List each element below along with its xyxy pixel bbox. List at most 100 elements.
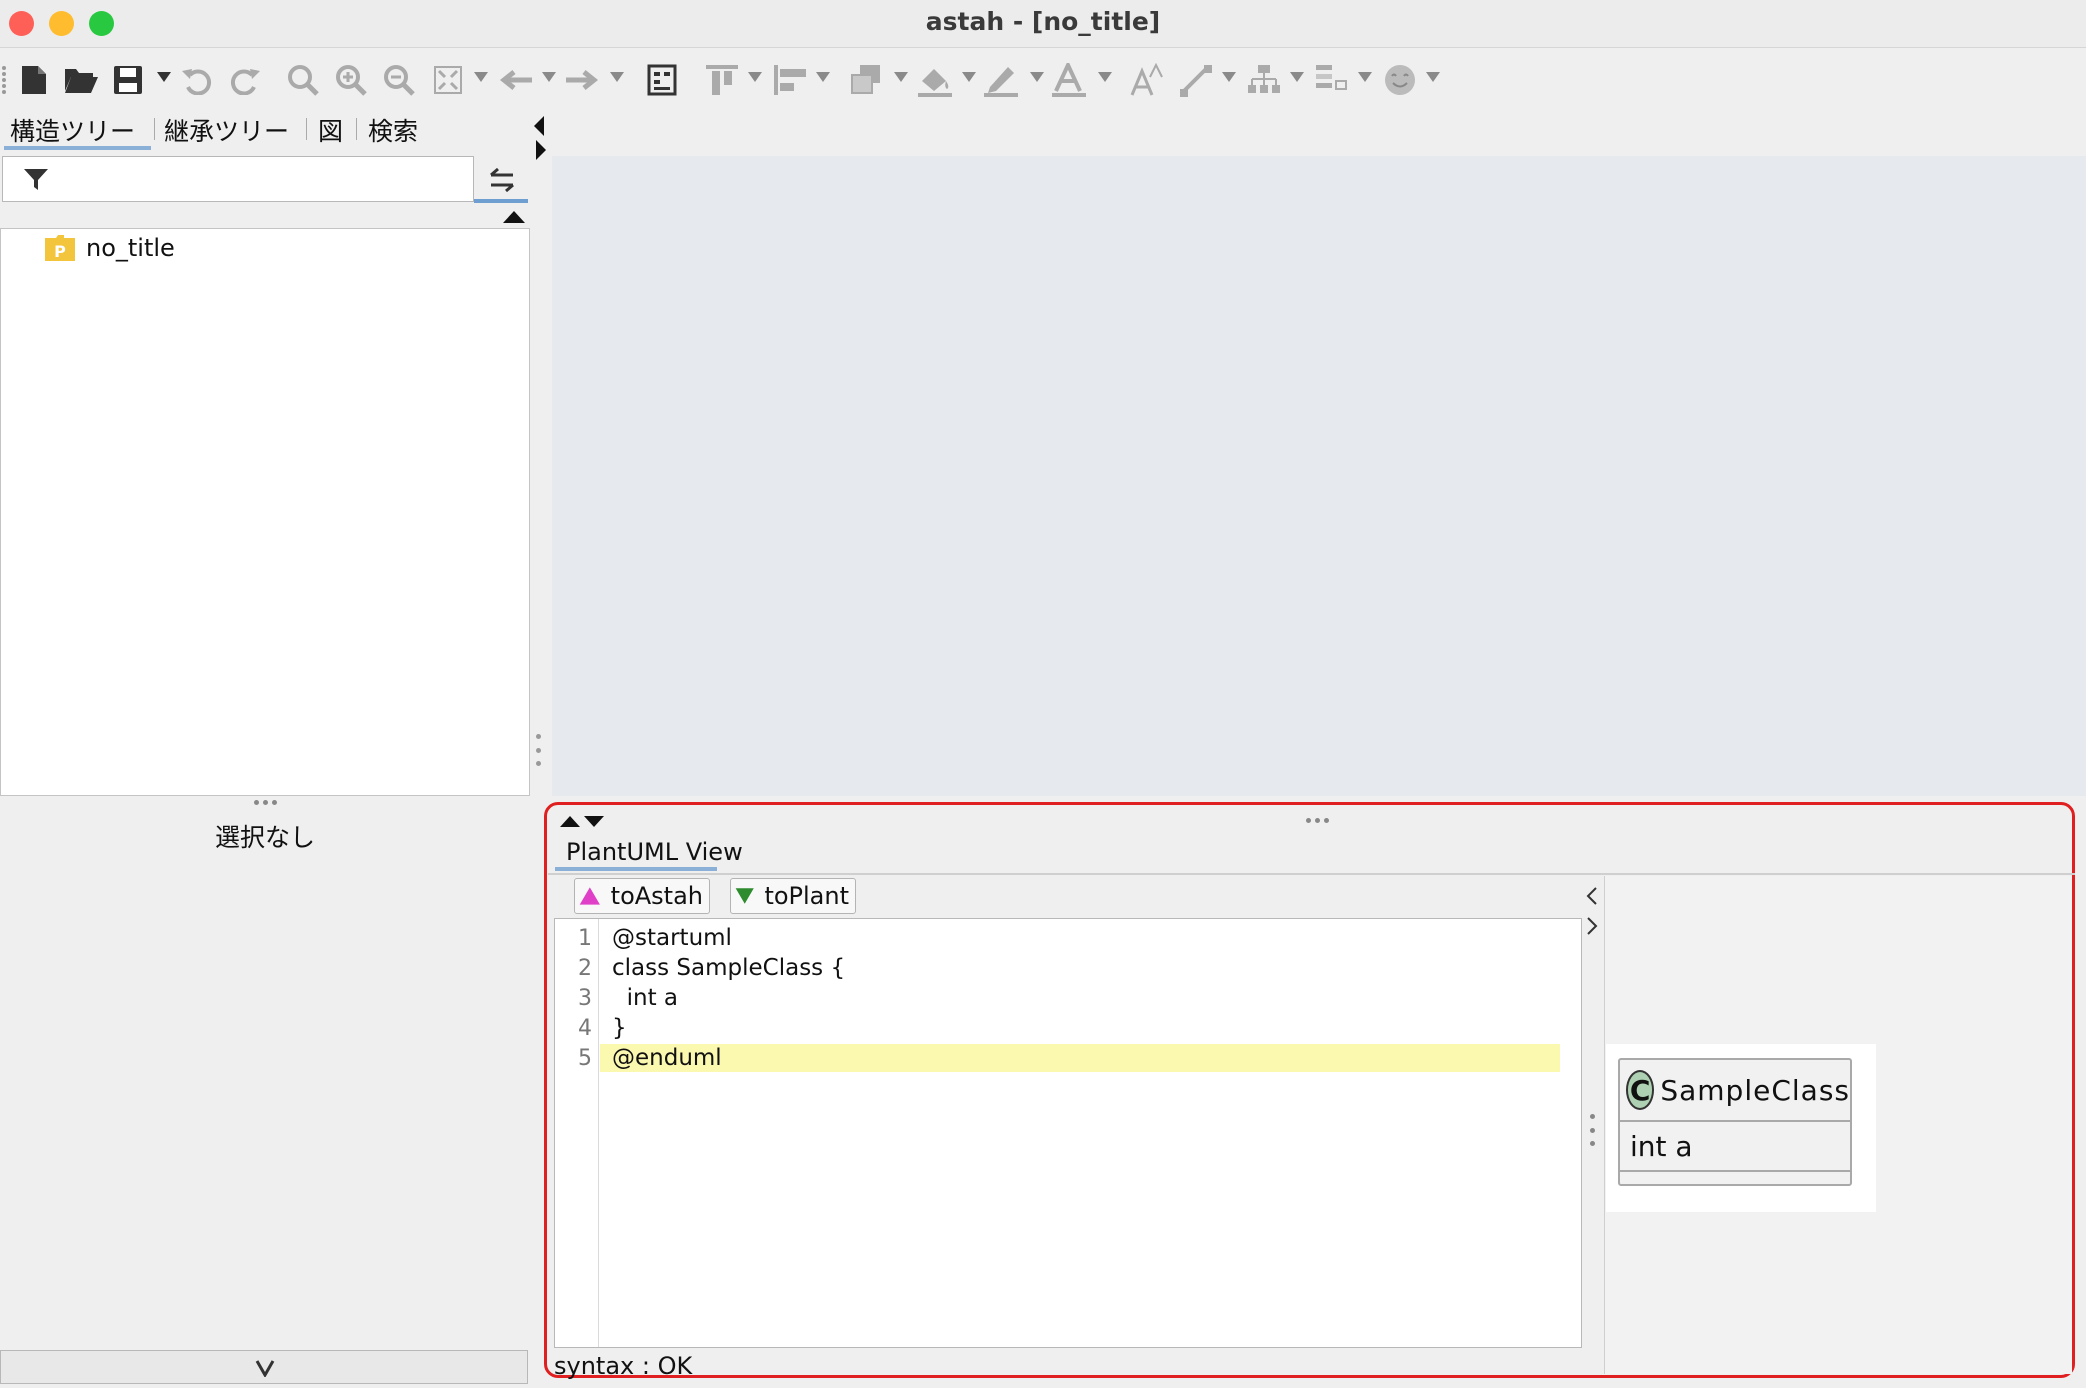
align-left-icon bbox=[770, 62, 810, 98]
swap-arrows-icon bbox=[490, 167, 514, 193]
to-astah-label: toAstah bbox=[610, 882, 703, 910]
triangle-down-icon bbox=[735, 888, 754, 904]
diagram-layout-icon[interactable] bbox=[644, 62, 680, 98]
tab-inheritance-tree[interactable]: 継承ツリー bbox=[164, 112, 289, 148]
tab-structure-tree[interactable]: 構造ツリー bbox=[10, 112, 135, 148]
arrange-order-icon bbox=[846, 62, 886, 98]
line-number: 3 bbox=[578, 986, 592, 1011]
forward-dropdown-icon bbox=[610, 72, 624, 82]
code-line[interactable]: int a bbox=[612, 985, 678, 1011]
class-method-divider bbox=[1620, 1170, 1850, 1172]
undo-icon bbox=[178, 62, 216, 98]
splitter-grip[interactable] bbox=[252, 800, 279, 805]
to-plant-label: toPlant bbox=[764, 882, 849, 910]
diagram-editor-area[interactable] bbox=[552, 156, 2086, 796]
property-scroll-bar[interactable] bbox=[0, 1350, 528, 1384]
tree-item-project[interactable]: P no_title bbox=[44, 234, 175, 262]
code-line[interactable]: } bbox=[612, 1015, 627, 1041]
smiley-dropdown-icon bbox=[1426, 72, 1440, 82]
class-attribute: int a bbox=[1630, 1130, 1693, 1163]
align-top-icon bbox=[702, 62, 742, 98]
panel-collapse-arrows[interactable] bbox=[532, 114, 548, 162]
filter-input[interactable] bbox=[59, 161, 459, 197]
line-number: 5 bbox=[578, 1046, 592, 1071]
new-file-icon[interactable] bbox=[16, 62, 52, 98]
save-dropdown-icon[interactable] bbox=[157, 72, 171, 82]
line-color-icon bbox=[980, 62, 1022, 98]
current-line-highlight bbox=[600, 1044, 1560, 1072]
sync-button-indicator bbox=[474, 199, 528, 203]
font-size-icon bbox=[1128, 62, 1168, 98]
syntax-status: syntax : OK bbox=[554, 1352, 693, 1380]
fit-dropdown-icon bbox=[474, 72, 488, 82]
tab-separator bbox=[306, 118, 307, 140]
line-number: 1 bbox=[578, 926, 592, 951]
active-tab-indicator bbox=[4, 146, 151, 150]
auto-layout-dropdown-icon bbox=[1290, 72, 1304, 82]
property-status: 選択なし bbox=[214, 823, 315, 852]
arrange-dropdown-icon bbox=[894, 72, 908, 82]
split-arrows-icon[interactable] bbox=[1584, 884, 1600, 940]
sync-tree-button[interactable] bbox=[478, 158, 526, 202]
tree-item-label: no_title bbox=[86, 234, 175, 262]
line-number-gutter bbox=[555, 919, 599, 1347]
tree-filter-field[interactable] bbox=[2, 156, 474, 202]
tab-divider bbox=[548, 873, 2075, 875]
editor-preview-splitter[interactable] bbox=[1588, 1114, 1596, 1146]
back-arrow-icon bbox=[496, 62, 536, 98]
fit-to-window-icon bbox=[430, 62, 466, 98]
vertical-splitter-grip[interactable] bbox=[534, 734, 542, 766]
table-style-dropdown-icon bbox=[1358, 72, 1372, 82]
filter-icon bbox=[24, 169, 48, 190]
line-number: 2 bbox=[578, 956, 592, 981]
toolbar-grip bbox=[0, 62, 8, 98]
main-toolbar bbox=[0, 48, 2086, 110]
forward-arrow-icon bbox=[562, 62, 602, 98]
redo-icon bbox=[226, 62, 264, 98]
font-color-dropdown-icon bbox=[1098, 72, 1112, 82]
back-dropdown-icon bbox=[542, 72, 556, 82]
class-header: C SampleClass bbox=[1620, 1060, 1850, 1122]
code-line[interactable]: @startuml bbox=[612, 925, 732, 951]
plantuml-code-editor[interactable] bbox=[554, 918, 1582, 1348]
class-badge-icon: C bbox=[1626, 1070, 1655, 1110]
code-line[interactable]: class SampleClass { bbox=[612, 955, 845, 981]
table-style-icon bbox=[1312, 62, 1352, 98]
package-icon: P bbox=[45, 235, 75, 261]
open-folder-icon[interactable] bbox=[62, 62, 100, 98]
fill-color-dropdown-icon bbox=[962, 72, 976, 82]
tab-separator bbox=[356, 118, 357, 140]
collapse-arrows-icon bbox=[534, 116, 546, 160]
class-name: SampleClass bbox=[1660, 1073, 1850, 1107]
triangle-up-icon bbox=[579, 887, 600, 905]
zoom-fit-icon bbox=[284, 62, 322, 98]
line-number: 4 bbox=[578, 1016, 592, 1041]
to-astah-button[interactable]: toAstah bbox=[574, 878, 710, 914]
zoom-out-icon bbox=[380, 62, 418, 98]
line-color-dropdown-icon bbox=[1030, 72, 1044, 82]
align-top-dropdown-icon bbox=[748, 72, 762, 82]
active-tab-indicator bbox=[555, 867, 717, 871]
scroll-up-icon[interactable] bbox=[502, 210, 526, 224]
line-style-icon bbox=[1176, 62, 1216, 98]
expand-collapse-icon[interactable] bbox=[558, 814, 608, 828]
structure-tree[interactable] bbox=[0, 228, 530, 796]
zoom-in-icon bbox=[332, 62, 370, 98]
to-plant-button[interactable]: toPlant bbox=[730, 878, 856, 914]
tab-separator bbox=[154, 118, 155, 140]
code-line[interactable]: @enduml bbox=[612, 1045, 722, 1071]
save-icon[interactable] bbox=[110, 62, 146, 98]
line-style-dropdown-icon bbox=[1222, 72, 1236, 82]
chevron-down-icon bbox=[255, 1360, 275, 1377]
title-bar: astah - [no_title] bbox=[0, 0, 2086, 48]
panel-resize-grip[interactable] bbox=[1304, 818, 1331, 823]
fill-color-icon bbox=[914, 62, 956, 98]
tab-diagram[interactable]: 図 bbox=[318, 112, 343, 148]
window-title: astah - [no_title] bbox=[925, 7, 1161, 36]
tab-search[interactable]: 検索 bbox=[368, 112, 418, 148]
align-left-dropdown-icon bbox=[816, 72, 830, 82]
svg-text:P: P bbox=[54, 242, 66, 261]
smiley-icon bbox=[1380, 62, 1420, 98]
tab-plantuml-view[interactable]: PlantUML View bbox=[566, 838, 743, 866]
auto-layout-icon bbox=[1244, 62, 1284, 98]
